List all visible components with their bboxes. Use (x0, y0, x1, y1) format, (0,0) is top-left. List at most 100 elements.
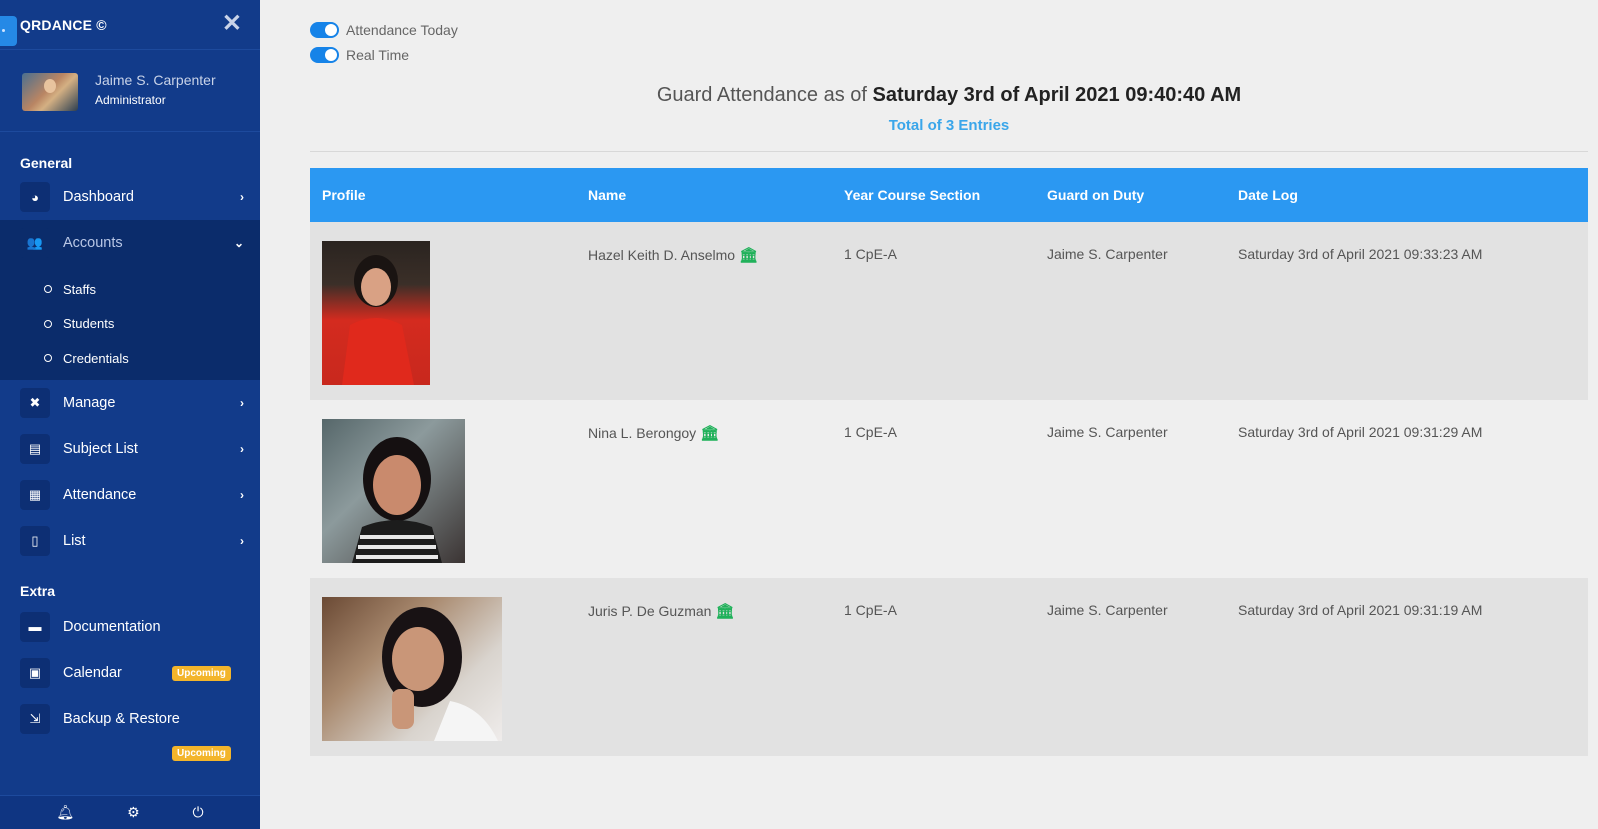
sidebar-item-label: Accounts (63, 235, 123, 251)
power-icon[interactable]: ⏻ (192, 804, 203, 821)
chevron-right-icon: › (240, 395, 244, 410)
table-row: Hazel Keith D. Anselmo 🏛︎ 1 CpE-A Jaime S… (310, 222, 1588, 400)
chevron-down-icon: ⌄ (233, 236, 244, 250)
date-log-cell: Saturday 3rd of April 2021 09:31:19 AM (1238, 602, 1483, 618)
sidebar-subitem-label: Credentials (63, 350, 129, 366)
year-course-section-cell: 1 CpE-A (844, 424, 897, 440)
circle-icon (44, 285, 52, 294)
sidebar-item-documentation[interactable]: ▬ Documentation (0, 604, 260, 650)
section-general: General (20, 155, 73, 171)
attendance-table: Profile Name Year Course Section Guard o… (310, 168, 1588, 756)
section-extra: Extra (20, 582, 56, 599)
real-time-switch[interactable] (310, 47, 339, 63)
circle-icon (44, 319, 52, 328)
sidebar: QRDANCE © ✕ Jaime S. Carpenter Administr… (0, 0, 260, 829)
profile-photo (322, 241, 430, 385)
sidebar-item-label: Calendar (63, 664, 122, 681)
table-row: Nina L. Berongoy 🏛︎ 1 CpE-A Jaime S. Carp… (310, 400, 1588, 578)
upcoming-badge: Upcoming (172, 746, 231, 761)
profile-photo-art (342, 255, 414, 385)
date-log-cell: Saturday 3rd of April 2021 09:31:29 AM (1238, 424, 1483, 440)
sidebar-item-label: Manage (63, 394, 116, 411)
page-title-date: Saturday 3rd of April 2021 09:40:40 AM (872, 84, 1242, 106)
user-role: Administrator (95, 93, 166, 107)
book-icon: ▬ (20, 611, 50, 642)
sidebar-item-label: Documentation (63, 618, 161, 635)
guard-on-duty-cell: Jaime S. Carpenter (1047, 246, 1168, 262)
real-time-label: Real Time (346, 47, 410, 63)
profile-photo-art (352, 437, 442, 563)
attendance-today-label: Attendance Today (346, 22, 458, 38)
real-time-toggle-row: Real Time (310, 45, 409, 65)
student-name-cell: Nina L. Berongoy 🏛︎ (588, 424, 719, 442)
entries-count: Total of 3 Entries (888, 117, 1010, 134)
calendar-icon: ▣ (20, 657, 50, 688)
profile-photo-art (382, 607, 498, 741)
sidebar-item-accounts[interactable]: 👥 Accounts ⌄ (0, 220, 260, 266)
clipboard-icon: ▤ (20, 433, 50, 464)
sidebar-item-manage[interactable]: ✖ Manage › (0, 380, 260, 426)
institution-icon: 🏛︎ (739, 247, 759, 264)
sidebar-item-subject-list[interactable]: ▤ Subject List › (0, 426, 260, 472)
sidebar-item-label: Backup & Restore (63, 710, 180, 727)
file-icon: ▯ (20, 525, 50, 556)
student-name: Juris P. De Guzman (588, 603, 712, 619)
chevron-right-icon: › (240, 487, 244, 502)
student-name-cell: Juris P. De Guzman 🏛︎ (588, 602, 735, 620)
student-name: Hazel Keith D. Anselmo (588, 247, 736, 263)
sidebar-item-attendance[interactable]: ▦ Attendance › (0, 472, 260, 518)
sidebar-item-dashboard[interactable]: ◕ Dashboard › (0, 174, 260, 220)
column-header-guard-on-duty: Guard on Duty (1047, 187, 1145, 203)
year-course-section-cell: 1 CpE-A (844, 246, 897, 262)
guard-on-duty-cell: Jaime S. Carpenter (1047, 424, 1168, 440)
divider (310, 151, 1588, 152)
sidebar-footer: 🔔︎ ⚙ ⏻ (0, 795, 260, 829)
chevron-right-icon: › (240, 190, 244, 204)
file-import-icon: ⇲ (20, 703, 50, 734)
user-panel: Jaime S. Carpenter Administrator (0, 50, 260, 132)
column-header-year-course-section: Year Course Section (844, 187, 981, 203)
table-header: Profile Name Year Course Section Guard o… (310, 168, 1588, 222)
chevron-right-icon: › (240, 533, 244, 548)
sidebar-item-label: List (63, 532, 86, 549)
sidebar-item-label: Dashboard (63, 189, 134, 205)
institution-icon: 🏛︎ (700, 425, 720, 442)
sidebar-subitem-label: Students (63, 316, 115, 332)
gear-icon[interactable]: ⚙ (127, 804, 140, 821)
profile-photo (322, 597, 502, 741)
user-name: Jaime S. Carpenter (95, 72, 216, 88)
page-title-prefix: Guard Attendance as of (656, 84, 867, 106)
sidebar-subitem-students[interactable]: Students (0, 307, 260, 342)
brand-title: QRDANCE © (20, 17, 107, 33)
sidebar-item-list[interactable]: ▯ List › (0, 518, 260, 564)
sidebar-header: QRDANCE © ✕ (0, 0, 260, 50)
sidebar-subitem-credentials[interactable]: Credentials (0, 341, 260, 376)
guard-on-duty-cell: Jaime S. Carpenter (1047, 602, 1168, 618)
column-header-name: Name (588, 187, 627, 203)
profile-photo (322, 419, 465, 563)
student-name-cell: Hazel Keith D. Anselmo 🏛︎ (588, 246, 758, 264)
sidebar-item-label: Subject List (63, 440, 138, 457)
circle-icon (44, 354, 52, 363)
sidebar-subitem-label: Staffs (63, 281, 97, 297)
sidebar-item-backup-restore[interactable]: ⇲ Backup & Restore (0, 696, 260, 742)
sidebar-toggle-tab[interactable] (0, 16, 17, 46)
dashboard-icon: ◕ (20, 182, 50, 212)
users-icon: 👥 (20, 228, 50, 258)
column-header-date-log: Date Log (1238, 187, 1298, 203)
sidebar-item-calendar[interactable]: ▣ Calendar Upcoming (0, 650, 260, 696)
table-row: Juris P. De Guzman 🏛︎ 1 CpE-A Jaime S. Ca… (310, 578, 1588, 756)
page-title: Guard Attendance as of Saturday 3rd of A… (310, 84, 1588, 107)
calendar-check-icon: ▦ (20, 479, 50, 510)
year-course-section-cell: 1 CpE-A (844, 602, 897, 618)
attendance-today-toggle-row: Attendance Today (310, 20, 458, 40)
tools-icon: ✖ (20, 387, 50, 418)
close-icon[interactable]: ✕ (222, 12, 242, 36)
sidebar-subitem-staffs[interactable]: Staffs (0, 272, 260, 307)
bell-icon[interactable]: 🔔︎ (56, 804, 74, 821)
chevron-right-icon: › (240, 441, 244, 456)
date-log-cell: Saturday 3rd of April 2021 09:33:23 AM (1238, 246, 1483, 262)
avatar (22, 73, 78, 111)
column-header-profile: Profile (322, 187, 366, 203)
attendance-today-switch[interactable] (310, 22, 339, 38)
